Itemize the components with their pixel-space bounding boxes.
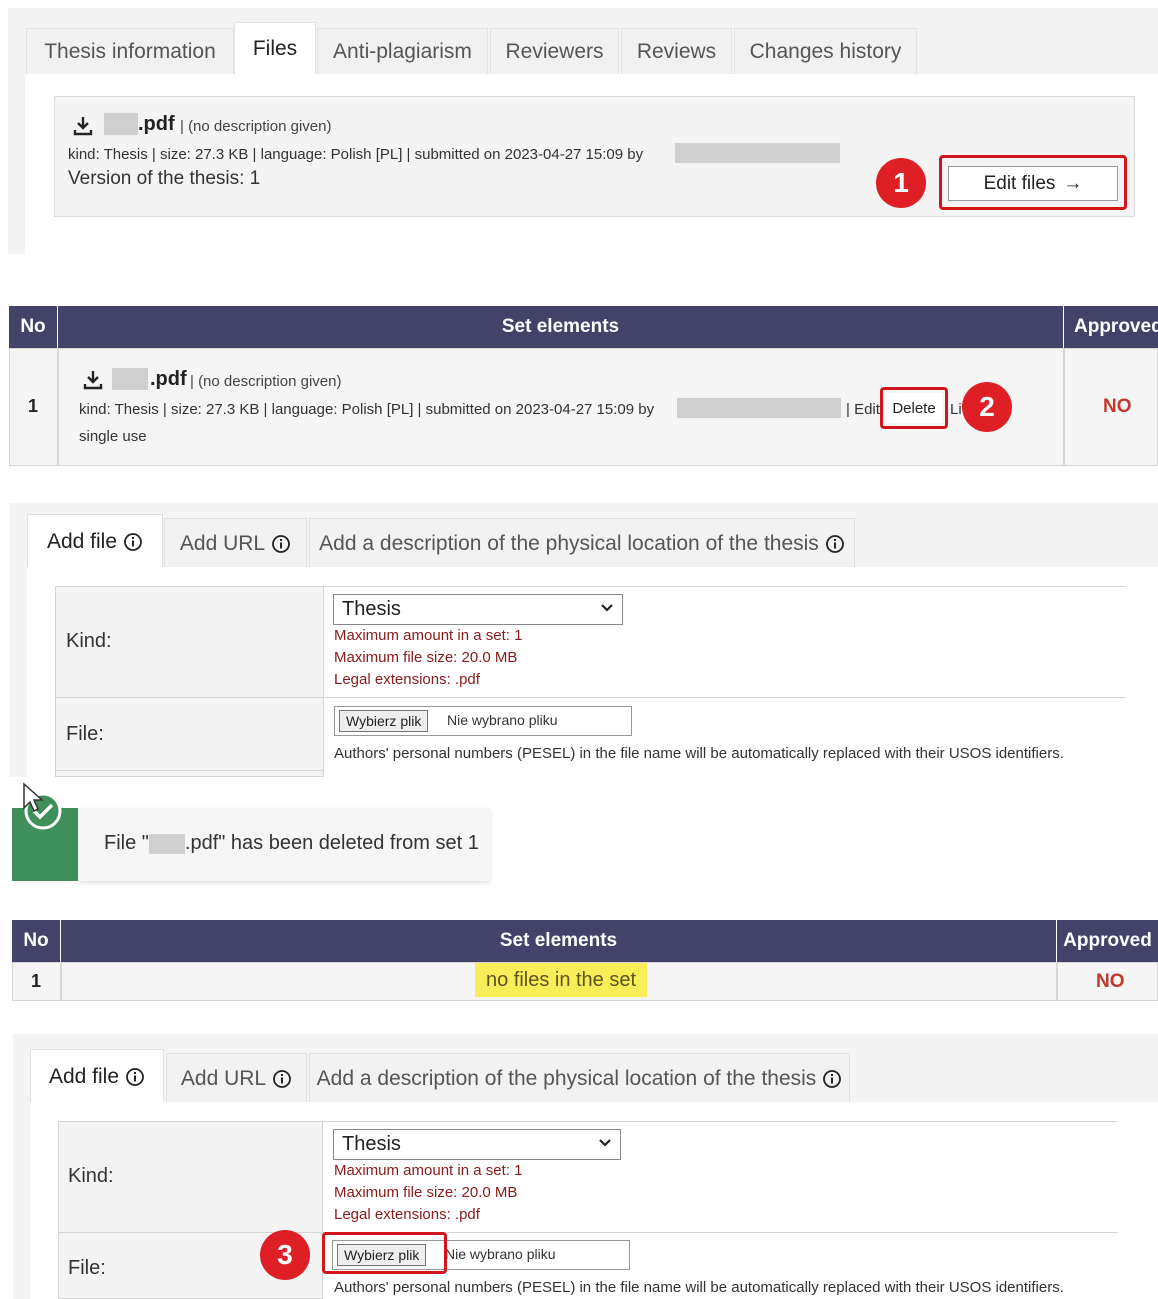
highlight-box <box>322 1232 447 1274</box>
highlight-box <box>880 387 948 429</box>
approved-status: NO <box>1103 396 1132 417</box>
column-header-approved: Approved <box>1057 920 1158 962</box>
header-label: No <box>20 316 46 337</box>
limit-max-amount: Maximum amount in a set: 1 <box>334 627 523 644</box>
column-header-set-elements: Set elements <box>61 920 1056 962</box>
tab-add-file[interactable]: Add file <box>27 514 163 568</box>
link-action[interactable]: Li <box>950 401 962 418</box>
redacted-submitter <box>675 143 840 163</box>
info-icon <box>823 1069 842 1088</box>
file-meta: kind: Thesis | size: 27.3 KB | language:… <box>68 146 644 163</box>
tab-reviewers[interactable]: Reviewers <box>490 28 619 74</box>
chevron-down-icon <box>599 1139 611 1147</box>
notification-message: File " .pdf" has been deleted from set 1 <box>104 832 479 855</box>
no-file-text: Nie wybrano pliku <box>447 712 558 728</box>
mouse-cursor-icon <box>23 782 44 813</box>
tab-label: Add URL <box>180 1066 267 1090</box>
edit-files-label: Edit files <box>983 172 1056 194</box>
column-header-set-elements: Set elements <box>58 306 1063 348</box>
download-icon[interactable] <box>80 368 106 392</box>
annotation-badge-1: 1 <box>876 158 926 208</box>
file-link[interactable]: .pdf <box>138 113 175 136</box>
tab-add-url[interactable]: Add URL <box>164 518 307 568</box>
tab-label: Add a description of the physical locati… <box>319 531 819 555</box>
tab-label: Add URL <box>179 531 266 555</box>
limit-extensions: Legal extensions: .pdf <box>334 1206 480 1223</box>
column-header-no: No <box>9 306 57 348</box>
tab-changes-history[interactable]: Changes history <box>734 28 917 74</box>
tab-add-url[interactable]: Add URL <box>166 1053 307 1103</box>
info-icon <box>273 1069 292 1088</box>
info-icon <box>272 534 291 553</box>
edit-files-button[interactable]: Edit files → <box>948 166 1118 201</box>
tab-thesis-information[interactable]: Thesis information <box>26 28 234 74</box>
file-input[interactable]: Wybierz plik Nie wybrano pliku <box>334 706 632 736</box>
tab-physical-location[interactable]: Add a description of the physical locati… <box>309 1053 850 1103</box>
header-label: Set elements <box>501 316 620 337</box>
usage-type: single use <box>79 428 147 445</box>
header-label: Approved <box>1063 930 1152 951</box>
kind-value: Thesis <box>342 1133 401 1155</box>
pesel-hint: Authors' personal numbers (PESEL) in the… <box>334 1279 1064 1296</box>
limit-max-size: Maximum file size: 20.0 MB <box>334 1184 518 1201</box>
message-prefix: File " <box>104 832 149 854</box>
pesel-hint: Authors' personal numbers (PESEL) in the… <box>334 745 1064 762</box>
file-meta: kind: Thesis | size: 27.3 KB | language:… <box>79 401 655 418</box>
tab-label: Changes history <box>749 39 902 63</box>
no-files-message: no files in the set <box>475 963 647 997</box>
kind-label: Kind: <box>66 630 112 652</box>
kind-value: Thesis <box>342 598 401 620</box>
info-icon <box>825 534 844 553</box>
chevron-down-icon <box>601 604 613 612</box>
file-description: | (no description given) <box>190 373 342 390</box>
thesis-version: Version of the thesis: 1 <box>68 168 261 189</box>
file-description: | (no description given) <box>180 118 332 135</box>
tab-label: Add a description of the physical locati… <box>316 1066 817 1090</box>
tab-files[interactable]: Files <box>234 22 316 74</box>
message-suffix: .pdf" has been deleted from set 1 <box>184 832 479 854</box>
arrow-right-icon: → <box>1063 172 1083 194</box>
tab-anti-plagiarism[interactable]: Anti-plagiarism <box>317 28 488 74</box>
tab-label: Anti-plagiarism <box>333 39 472 63</box>
annotation-badge-2: 2 <box>962 382 1012 432</box>
header-label: Set elements <box>499 930 618 951</box>
kind-label: Kind: <box>68 1165 114 1187</box>
file-label: File: <box>68 1257 106 1279</box>
limit-max-size: Maximum file size: 20.0 MB <box>334 649 518 666</box>
annotation-badge-3: 3 <box>260 1230 310 1280</box>
tab-label: Reviews <box>636 39 717 63</box>
file-label: File: <box>66 723 104 745</box>
tab-label: Add file <box>48 1064 120 1088</box>
redacted-filename <box>148 833 185 854</box>
info-icon <box>126 1067 144 1086</box>
approved-status: NO <box>1096 971 1125 992</box>
file-link[interactable]: .pdf <box>150 368 187 391</box>
info-icon <box>124 532 142 551</box>
edit-link[interactable]: | Edit <box>846 401 880 418</box>
tab-label: Files <box>252 36 298 60</box>
tab-add-file[interactable]: Add file <box>30 1049 164 1103</box>
tab-physical-location[interactable]: Add a description of the physical locati… <box>309 518 855 568</box>
header-label: No <box>23 930 49 951</box>
column-header-no: No <box>12 920 60 962</box>
header-label: Approved <box>1074 316 1158 337</box>
limit-max-amount: Maximum amount in a set: 1 <box>334 1162 523 1179</box>
redacted-submitter <box>677 398 841 418</box>
tab-label: Thesis information <box>44 39 216 63</box>
tab-label: Add file <box>46 529 118 553</box>
row-divider <box>323 697 1126 698</box>
download-icon[interactable] <box>70 114 96 138</box>
row-number: 1 <box>31 971 42 991</box>
row-number: 1 <box>28 396 39 416</box>
limit-extensions: Legal extensions: .pdf <box>334 671 480 688</box>
choose-file-button[interactable]: Wybierz plik <box>339 710 429 732</box>
redacted-filename <box>112 368 148 390</box>
tab-reviews[interactable]: Reviews <box>621 28 732 74</box>
kind-select[interactable]: Thesis <box>333 1129 621 1160</box>
kind-select[interactable]: Thesis <box>333 594 623 625</box>
redacted-filename <box>104 113 138 135</box>
column-header-approved: Approved <box>1064 306 1158 348</box>
no-file-text: Nie wybrano pliku <box>445 1246 556 1262</box>
tab-label: Reviewers <box>505 39 604 63</box>
